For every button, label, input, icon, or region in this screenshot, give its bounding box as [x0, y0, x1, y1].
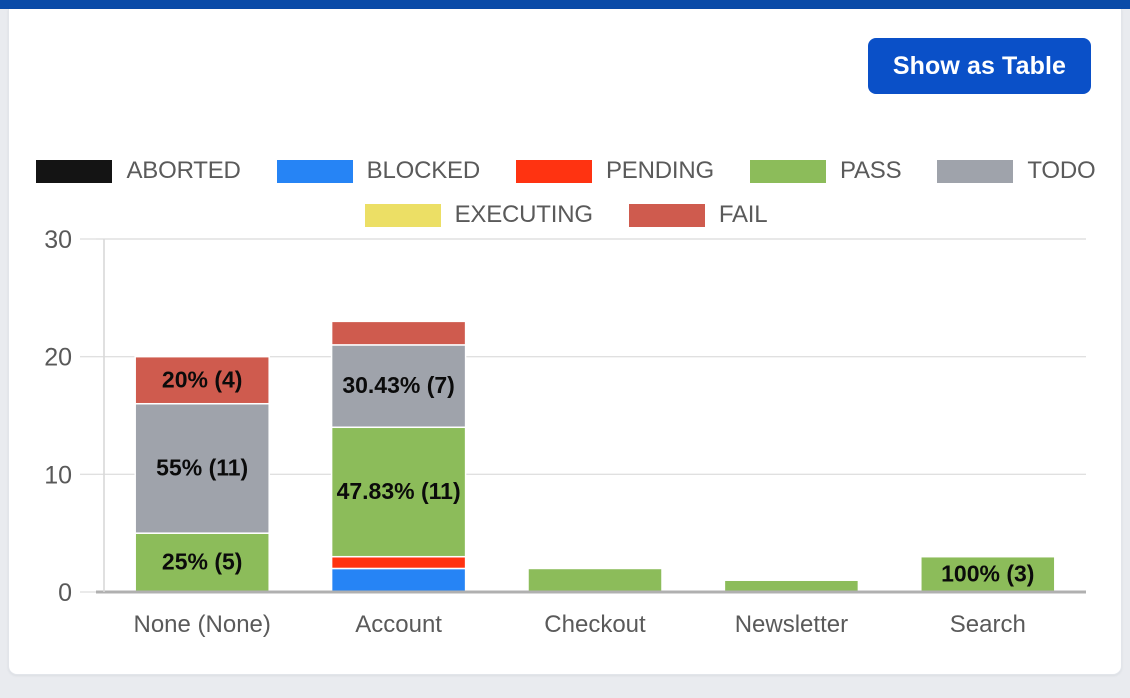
bar-segment [332, 321, 466, 345]
chart-plot-area: 0 10 20 30 None (None) Account Checkout Newsle… [9, 9, 1122, 675]
x-axis-tick-label: Search [950, 611, 1026, 638]
y-axis-ticks: 0 10 20 30 [44, 226, 96, 607]
y-axis-tick-label: 0 [58, 579, 72, 607]
y-axis-tick-label: 30 [44, 226, 72, 254]
bars [135, 321, 1055, 592]
bar-data-label: 30.43% (7) [342, 372, 455, 398]
bar-segment [528, 568, 662, 592]
bar-data-label: 47.83% (11) [337, 478, 461, 504]
bar-data-label: 20% (4) [162, 366, 243, 392]
bar-data-label: 100% (3) [941, 560, 1034, 586]
bar-data-label: 55% (11) [156, 455, 248, 481]
x-axis-tick-label: Checkout [544, 611, 646, 638]
page-root: Show as Table ABORTEDBLOCKEDPENDINGPASST… [0, 0, 1130, 698]
y-axis-tick-label: 20 [44, 344, 72, 372]
bar-segment [724, 580, 858, 592]
bar-data-labels: 25% (5) 55% (11) 20% (4) 47.83% (11) 30.43% … [156, 366, 1034, 586]
stacked-bar-chart-svg: 0 10 20 30 None (None) Account Checkout Newsle… [9, 9, 1122, 675]
x-axis-tick-label: Newsletter [735, 611, 848, 638]
bar-segment [332, 557, 466, 569]
y-axis-tick-label: 10 [44, 461, 72, 489]
bar-segment [332, 568, 466, 592]
x-axis-tick-label: Account [355, 611, 442, 638]
x-axis-tick-label: None (None) [133, 611, 270, 638]
x-axis-ticks: None (None) Account Checkout Newsletter Sear… [133, 611, 1025, 638]
top-accent-strip [0, 0, 1130, 9]
chart-card: Show as Table ABORTEDBLOCKEDPENDINGPASST… [8, 9, 1122, 675]
bar-data-label: 25% (5) [162, 549, 243, 575]
